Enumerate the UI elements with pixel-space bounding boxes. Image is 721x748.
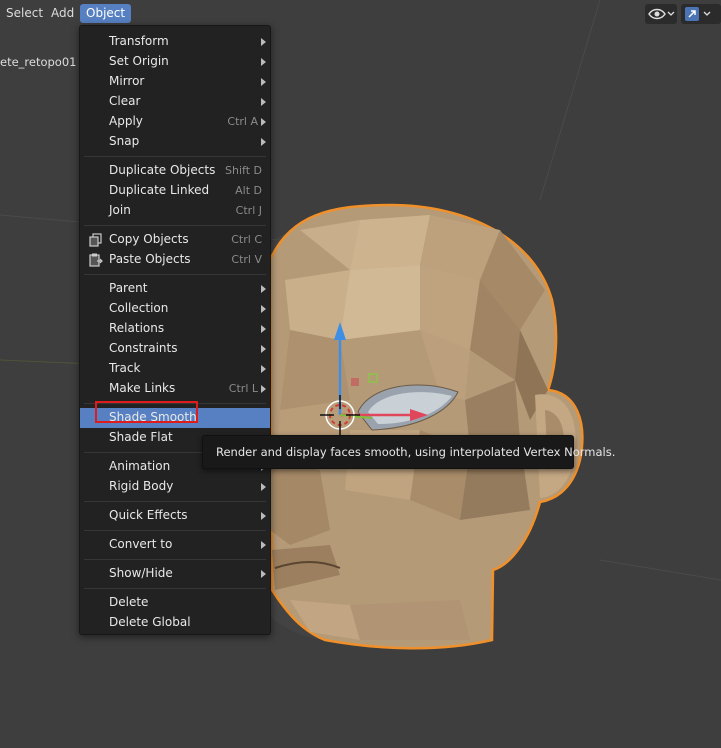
menu-separator: [84, 274, 266, 275]
menu-item-rigid-body[interactable]: Rigid Body: [80, 477, 270, 497]
menu-item-relations[interactable]: Relations: [80, 319, 270, 339]
gizmo-toggle[interactable]: [681, 4, 721, 24]
visibility-dropdown[interactable]: [645, 4, 677, 24]
menu-item-label: Set Origin: [109, 54, 169, 68]
menu-item-label: Duplicate Linked: [109, 183, 210, 197]
submenu-arrow-icon: [261, 345, 266, 353]
menu-item-label: Mirror: [109, 74, 145, 88]
submenu-arrow-icon: [261, 98, 266, 106]
menu-separator: [84, 559, 266, 560]
menu-item-label: Duplicate Objects: [109, 163, 216, 177]
menu-item-snap[interactable]: Snap: [80, 132, 270, 152]
submenu-arrow-icon: [261, 365, 266, 373]
menu-item-clear[interactable]: Clear: [80, 92, 270, 112]
submenu-arrow-icon: [261, 138, 266, 146]
viewport-header: Select Add Object: [0, 0, 721, 27]
submenu-arrow-icon: [261, 285, 266, 293]
menu-separator: [84, 225, 266, 226]
menu-item-label: Animation: [109, 459, 171, 473]
menu-item-quick-effects[interactable]: Quick Effects: [80, 506, 270, 526]
menu-item-delete[interactable]: Delete: [80, 593, 270, 613]
shortcut-label: Shift D: [225, 164, 262, 177]
submenu-arrow-icon: [261, 483, 266, 491]
submenu-arrow-icon: [261, 58, 266, 66]
menu-item-label: Shade Flat: [109, 430, 173, 444]
menu-item-label: Collection: [109, 301, 169, 315]
menu-item-label: Convert to: [109, 537, 173, 551]
tooltip-text: Render and display faces smooth, using i…: [216, 445, 616, 459]
menu-item-mirror[interactable]: Mirror: [80, 72, 270, 92]
menu-item-apply[interactable]: Apply Ctrl A: [80, 112, 270, 132]
shortcut-label: Ctrl L: [228, 382, 258, 395]
menu-item-set-origin[interactable]: Set Origin: [80, 52, 270, 72]
submenu-arrow-icon: [261, 118, 266, 126]
menu-item-label: Track: [109, 361, 141, 375]
menu-item-label: Relations: [109, 321, 165, 335]
submenu-arrow-icon: [261, 570, 266, 578]
head-mesh: [268, 203, 584, 650]
menu-item-label: Apply: [109, 114, 143, 128]
menu-item-label: Parent: [109, 281, 148, 295]
menu-item-convert-to[interactable]: Convert to: [80, 535, 270, 555]
submenu-arrow-icon: [261, 385, 266, 393]
highlight-annotation-box: [95, 401, 198, 423]
menu-item-label: Delete: [109, 595, 149, 609]
submenu-arrow-icon: [261, 325, 266, 333]
menu-separator: [84, 530, 266, 531]
tooltip: Render and display faces smooth, using i…: [202, 435, 615, 469]
menu-item-duplicate-linked[interactable]: Duplicate Linked Alt D: [80, 181, 270, 201]
header-right-controls: [645, 4, 721, 24]
menu-item-track[interactable]: Track: [80, 359, 270, 379]
submenu-arrow-icon: [261, 78, 266, 86]
menu-item-label: Join: [109, 203, 131, 217]
menu-item-label: Snap: [109, 134, 140, 148]
menu-separator: [84, 156, 266, 157]
menu-item-label: Transform: [109, 34, 169, 48]
menu-item-paste-objects[interactable]: Paste Objects Ctrl V: [80, 250, 270, 270]
menu-item-join[interactable]: Join Ctrl J: [80, 201, 270, 221]
menu-separator: [84, 588, 266, 589]
object-menu: Transform Set Origin Mirror Clear Apply C…: [79, 25, 271, 635]
shortcut-label: Ctrl C: [231, 233, 262, 246]
menu-item-label: Make Links: [109, 381, 176, 395]
menu-item-copy-objects[interactable]: Copy Objects Ctrl C: [80, 230, 270, 250]
menu-item-collection[interactable]: Collection: [80, 299, 270, 319]
menu-item-label: Constraints: [109, 341, 178, 355]
submenu-arrow-icon: [261, 541, 266, 549]
eye-icon: [648, 8, 675, 20]
menu-item-duplicate-objects[interactable]: Duplicate Objects Shift D: [80, 161, 270, 181]
menu-item-label: Delete Global: [109, 615, 191, 629]
menu-item-label: Quick Effects: [109, 508, 188, 522]
shortcut-label: Ctrl A: [227, 115, 258, 128]
menu-item-label: Rigid Body: [109, 479, 174, 493]
submenu-arrow-icon: [261, 305, 266, 313]
submenu-arrow-icon: [261, 38, 266, 46]
copy-icon: [89, 233, 102, 247]
menu-item-label: Copy Objects: [109, 232, 189, 246]
menu-add[interactable]: Add: [45, 4, 80, 23]
menu-item-transform[interactable]: Transform: [80, 32, 270, 52]
menu-item-parent[interactable]: Parent: [80, 279, 270, 299]
submenu-arrow-icon: [261, 512, 266, 520]
menu-item-make-links[interactable]: Make Links Ctrl L: [80, 379, 270, 399]
menu-select[interactable]: Select: [0, 4, 49, 23]
shortcut-label: Ctrl V: [231, 253, 262, 266]
menu-item-show-hide[interactable]: Show/Hide: [80, 564, 270, 584]
menu-separator: [84, 501, 266, 502]
menu-item-delete-global[interactable]: Delete Global: [80, 613, 270, 633]
menu-object[interactable]: Object: [80, 4, 132, 23]
gizmo-icon: [685, 7, 711, 21]
menu-item-label: Clear: [109, 94, 141, 108]
menu-item-label: Paste Objects: [109, 252, 191, 266]
shortcut-label: Ctrl J: [235, 204, 262, 217]
menu-item-label: Show/Hide: [109, 566, 173, 580]
shortcut-label: Alt D: [235, 184, 262, 197]
paste-icon: [89, 253, 103, 267]
menu-item-constraints[interactable]: Constraints: [80, 339, 270, 359]
